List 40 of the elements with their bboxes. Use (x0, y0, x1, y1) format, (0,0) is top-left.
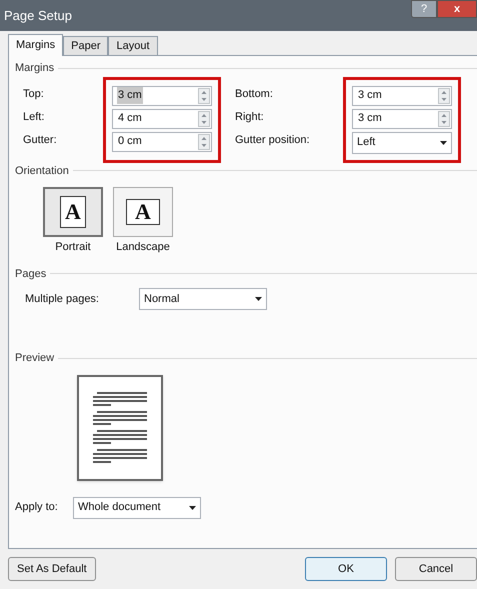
option-label: Landscape (116, 240, 170, 255)
spinner-icon[interactable] (198, 134, 210, 150)
field-label: Left: (23, 110, 46, 126)
spin-field[interactable]: 3 cm (352, 108, 452, 128)
orientation-button[interactable]: A (113, 187, 173, 237)
field-label: Bottom: (235, 87, 274, 102)
dialog-button[interactable]: OK (305, 557, 387, 581)
window-title: Page Setup (4, 6, 72, 25)
section-heading: Margins (15, 61, 54, 76)
spin-field[interactable]: 3 cm (352, 86, 452, 106)
field-label: Gutter: (23, 133, 58, 148)
tab[interactable]: Paper (63, 36, 108, 55)
dropdown[interactable]: Left (352, 132, 452, 154)
close-button[interactable]: x (437, 0, 477, 18)
section-heading: Preview (15, 351, 54, 366)
spinner-icon[interactable] (198, 88, 210, 104)
spin-field[interactable]: 0 cm (112, 132, 212, 152)
spin-field[interactable]: 3 cm (112, 86, 212, 106)
dropdown[interactable]: Normal (139, 288, 267, 310)
caret-icon (440, 140, 447, 144)
spinner-icon[interactable] (438, 88, 450, 104)
field-label: Right: (235, 110, 265, 126)
caret-icon (255, 297, 262, 301)
field-label: Gutter position: (235, 133, 311, 148)
tab[interactable]: Layout (108, 36, 158, 55)
spinner-icon[interactable] (198, 110, 210, 126)
field-label: Multiple pages: (25, 292, 100, 307)
field-label: Top: (23, 87, 45, 102)
tab[interactable]: Margins (8, 34, 64, 56)
dialog-button[interactable]: Cancel (395, 557, 477, 581)
dialog-button[interactable]: Set As Default (8, 557, 96, 581)
section-heading: Pages (15, 266, 46, 282)
section-heading: Orientation (15, 164, 69, 178)
dropdown[interactable]: Whole document (73, 496, 201, 518)
spinner-icon[interactable] (438, 110, 450, 126)
option-label: Portrait (55, 240, 91, 255)
field-label: Apply to: (15, 500, 59, 516)
spin-field[interactable]: 4 cm (112, 108, 212, 128)
caret-icon (189, 506, 196, 510)
orientation-button[interactable]: A (43, 187, 103, 237)
